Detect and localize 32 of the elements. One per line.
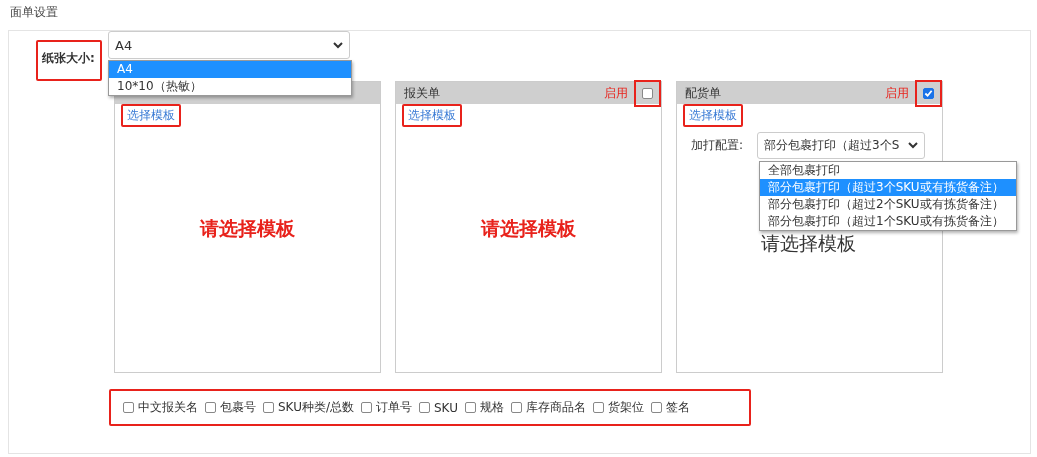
enable-label: 启用 [604, 84, 628, 102]
select-template-link[interactable]: 选择模板 [408, 108, 456, 122]
select-template-link[interactable]: 选择模板 [127, 108, 175, 122]
empty-template-text: 请选择模板 [761, 231, 856, 256]
field-checkbox[interactable]: 货架位 [592, 399, 644, 416]
dropdown-option[interactable]: 10*10（热敏） [109, 78, 351, 95]
field-checkbox[interactable]: 订单号 [361, 399, 412, 416]
caret-icon [333, 41, 343, 49]
field-checkbox[interactable]: SKU种类/总数 [263, 399, 354, 416]
select-template-link[interactable]: 选择模板 [689, 108, 737, 122]
print-config-select[interactable]: 部分包裹打印（超过3个S [757, 132, 926, 159]
field-checkbox[interactable]: 规格 [464, 399, 504, 416]
field-checkbox[interactable]: 包裹号 [205, 399, 256, 416]
empty-template-text: 请选择模板 [200, 216, 295, 241]
panel-title: 配货单 [685, 84, 721, 102]
field-checkbox[interactable]: 中文报关名 [123, 399, 198, 416]
print-config-label: 加打配置: [691, 137, 744, 154]
page-title: 面单设置 [10, 5, 58, 19]
caret-icon [908, 142, 919, 149]
dropdown-option[interactable]: 全部包裹打印 [760, 162, 1017, 179]
empty-template-text: 请选择模板 [481, 216, 576, 241]
paper-size-select[interactable]: A4 [108, 31, 350, 59]
dropdown-option[interactable]: 部分包裹打印（超过1个SKU或有拣货备注） [760, 213, 1017, 230]
enable-checkbox[interactable] [642, 87, 653, 99]
panel-title: 报关单 [404, 84, 440, 102]
field-checkbox[interactable]: SKU [419, 400, 458, 415]
field-checkbox[interactable]: 签名 [650, 399, 690, 416]
field-checkbox[interactable]: 库存商品名 [510, 399, 586, 416]
enable-label: 启用 [885, 84, 909, 102]
enable-checkbox[interactable] [923, 87, 934, 99]
paper-size-label: 纸张大小: [42, 51, 95, 65]
dropdown-option[interactable]: 部分包裹打印（超过2个SKU或有拣货备注） [760, 196, 1017, 213]
